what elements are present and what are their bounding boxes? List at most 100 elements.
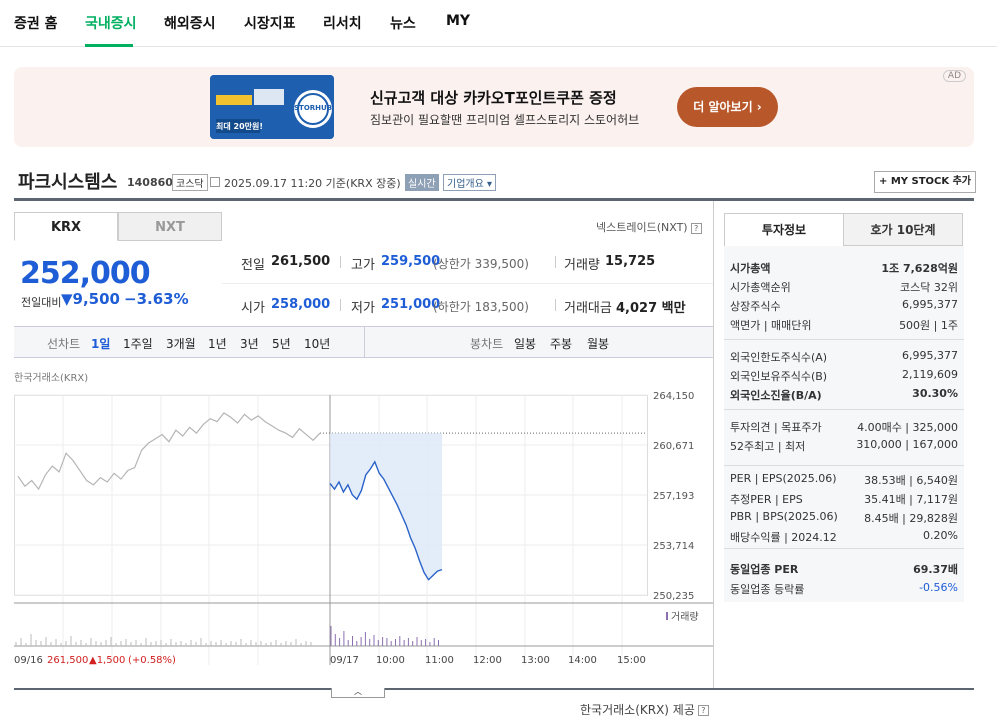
info-row: 동일업종 PER 69.37배	[730, 559, 958, 577]
market-badge: 코스닥	[172, 174, 208, 191]
stock-name: 파크시스템스	[18, 172, 118, 193]
info-row: 외국인보유주식수(B) 2,119,609	[730, 366, 958, 384]
y-tick-label: 257,193	[653, 491, 694, 502]
prev-close-value: 261,500	[271, 254, 331, 269]
change-amount: 9,500	[72, 290, 120, 308]
info-row: 외국인한도주식수(A) 6,995,377	[730, 347, 958, 365]
info-row-value: 코스닥 32위	[900, 281, 958, 294]
panel-divider	[713, 201, 714, 688]
info-row: 동일업종 등락률 -0.56%	[730, 579, 958, 597]
y-tick-label: 260,671	[653, 441, 694, 452]
line-chart-label: 선차트	[47, 337, 81, 351]
ad-image-text: 최대 20만원!	[216, 122, 264, 131]
nav-item-home[interactable]: 증권 홈	[14, 13, 58, 33]
tab-krx[interactable]: KRX	[14, 212, 118, 241]
nxt-link[interactable]: 넥스트레이드(NXT)?	[596, 219, 702, 235]
info-row-value: 69.37배	[913, 563, 958, 576]
x-tick-label: 12:00	[473, 655, 502, 666]
info-row-label[interactable]: 시가총액순위	[730, 279, 791, 295]
nav-item-my[interactable]: MY	[446, 13, 470, 29]
chart-source-label: 한국거래소(KRX)	[14, 373, 89, 384]
help-icon[interactable]: ?	[697, 705, 709, 716]
info-row-label[interactable]: PBR | BPS(2025.06)	[730, 510, 838, 523]
info-row-value: 38.53배 | 6,540원	[864, 474, 958, 487]
low-label: 저가	[351, 301, 375, 316]
info-row-value: 6,995,377	[902, 298, 958, 311]
ad-badge: AD	[942, 70, 966, 82]
nxt-link-label: 넥스트레이드(NXT)	[596, 221, 688, 234]
y-tick-label: 250,235	[653, 591, 694, 602]
ad-description[interactable]: 짐보관이 필요할땐 프리미엄 셀프스토리지 스토어허브	[370, 111, 639, 128]
quote-date: 2025.09.17 11:20 기준(KRX 장중)	[224, 177, 401, 190]
period-3y[interactable]: 3년	[240, 335, 259, 352]
period-bar-divider	[364, 327, 365, 357]
current-price: 252,000	[20, 256, 151, 291]
nav-item-research[interactable]: 리서치	[323, 13, 362, 33]
candle-monthly[interactable]: 월봉	[587, 335, 609, 352]
ad-image[interactable]: STORHUB 최대 20만원!	[210, 75, 334, 139]
collapse-chart-button[interactable]: ︿	[331, 688, 385, 698]
info-row-value: 1조 7,628억원	[881, 262, 958, 275]
info-row-label[interactable]: 동일업종 등락률	[730, 581, 804, 597]
prev-day-close: 261,500	[47, 655, 88, 666]
period-1d[interactable]: 1일	[91, 335, 110, 352]
open-label: 시가	[241, 301, 265, 316]
data-provider-label: 한국거래소(KRX) 제공	[580, 703, 695, 717]
info-row-value: 30.30%	[912, 387, 958, 400]
change-label: 전일대비	[21, 296, 62, 309]
info-section-divider	[724, 339, 964, 340]
info-row-label[interactable]: 추정PER | EPS	[730, 491, 803, 507]
x-tick-label: 09/17	[330, 655, 359, 666]
ad-image-logo: STORHUB	[294, 104, 333, 112]
info-row-label[interactable]: PER | EPS(2025.06)	[730, 472, 837, 485]
data-provider: 한국거래소(KRX) 제공?	[580, 701, 709, 718]
period-3m[interactable]: 3개월	[166, 335, 196, 352]
period-1y[interactable]: 1년	[208, 335, 227, 352]
realtime-badge: 실시간	[405, 174, 439, 191]
info-section-divider	[724, 465, 964, 466]
tab-orderbook[interactable]: 호가 10단계	[843, 213, 963, 246]
x-tick-label: 09/16	[14, 655, 43, 666]
period-5y[interactable]: 5년	[272, 335, 291, 352]
x-tick-label: 10:00	[376, 655, 405, 666]
ad-title[interactable]: 신규고객 대상 카카오T포인트쿠폰 증정	[370, 87, 617, 108]
info-row: 시가총액순위 코스닥 32위	[730, 277, 958, 295]
info-row-label[interactable]: 배당수익률 | 2024.12	[730, 529, 837, 545]
nav-item-overseas[interactable]: 해외증시	[164, 13, 216, 33]
price-chart[interactable]: 264,150 260,671 257,193 253,714 250,235 거래량 09…	[14, 385, 713, 675]
company-info-button[interactable]: 기업개요 ▾	[443, 174, 496, 191]
nav-item-news[interactable]: 뉴스	[390, 13, 416, 33]
add-my-stock-button[interactable]: + MY STOCK 추가	[874, 171, 976, 193]
candle-weekly[interactable]: 주봉	[550, 335, 572, 352]
down-arrow-icon: ▼	[61, 290, 73, 308]
info-row-label[interactable]: 동일업종 PER	[730, 561, 798, 577]
candle-daily[interactable]: 일봉	[514, 335, 536, 352]
stock-header: 파크시스템스 140860 코스닥 2025.09.17 11:20 기준(KR…	[18, 168, 978, 193]
period-1w[interactable]: 1주일	[123, 335, 153, 352]
info-row-value: 0.20%	[923, 529, 958, 542]
tab-nxt[interactable]: NXT	[118, 212, 222, 241]
calendar-icon	[210, 177, 220, 187]
help-icon[interactable]: ?	[690, 222, 702, 234]
high-label: 고가	[351, 258, 375, 273]
tab-invest-info[interactable]: 투자정보	[724, 213, 844, 246]
series-area-today	[330, 433, 442, 580]
ad-more-button[interactable]: 더 알아보기 ›	[677, 87, 778, 127]
lower-limit: (하한가 183,500)	[433, 300, 529, 314]
info-row-value: 2,119,609	[902, 368, 958, 381]
chart-period-bar: 선차트 1일 1주일 3개월 1년 3년 5년 10년 봉차트 일봉 주봉 월봉	[14, 326, 713, 358]
info-row: 52주최고 | 최저 310,000 | 167,000	[730, 436, 958, 454]
period-10y[interactable]: 10년	[304, 335, 330, 352]
quote-separator	[340, 256, 341, 268]
info-row-value: 500원 | 1주	[899, 319, 958, 332]
info-row-value: 310,000 | 167,000	[856, 438, 958, 451]
info-row: 외국인소진율(B/A) 30.30%	[730, 385, 958, 403]
nav-item-indicators[interactable]: 시장지표	[244, 13, 296, 33]
info-row: 추정PER | EPS 35.41배 | 7,117원	[730, 489, 958, 507]
info-row-value: 35.41배 | 7,117원	[864, 493, 958, 506]
y-tick-label: 264,150	[653, 391, 694, 402]
quote-row-divider	[222, 283, 713, 284]
x-tick-label: 15:00	[617, 655, 646, 666]
nav-item-domestic[interactable]: 국내증시	[85, 13, 137, 33]
ad-banner[interactable]: STORHUB 최대 20만원! 신규고객 대상 카카오T포인트쿠폰 증정 짐보…	[14, 67, 974, 147]
